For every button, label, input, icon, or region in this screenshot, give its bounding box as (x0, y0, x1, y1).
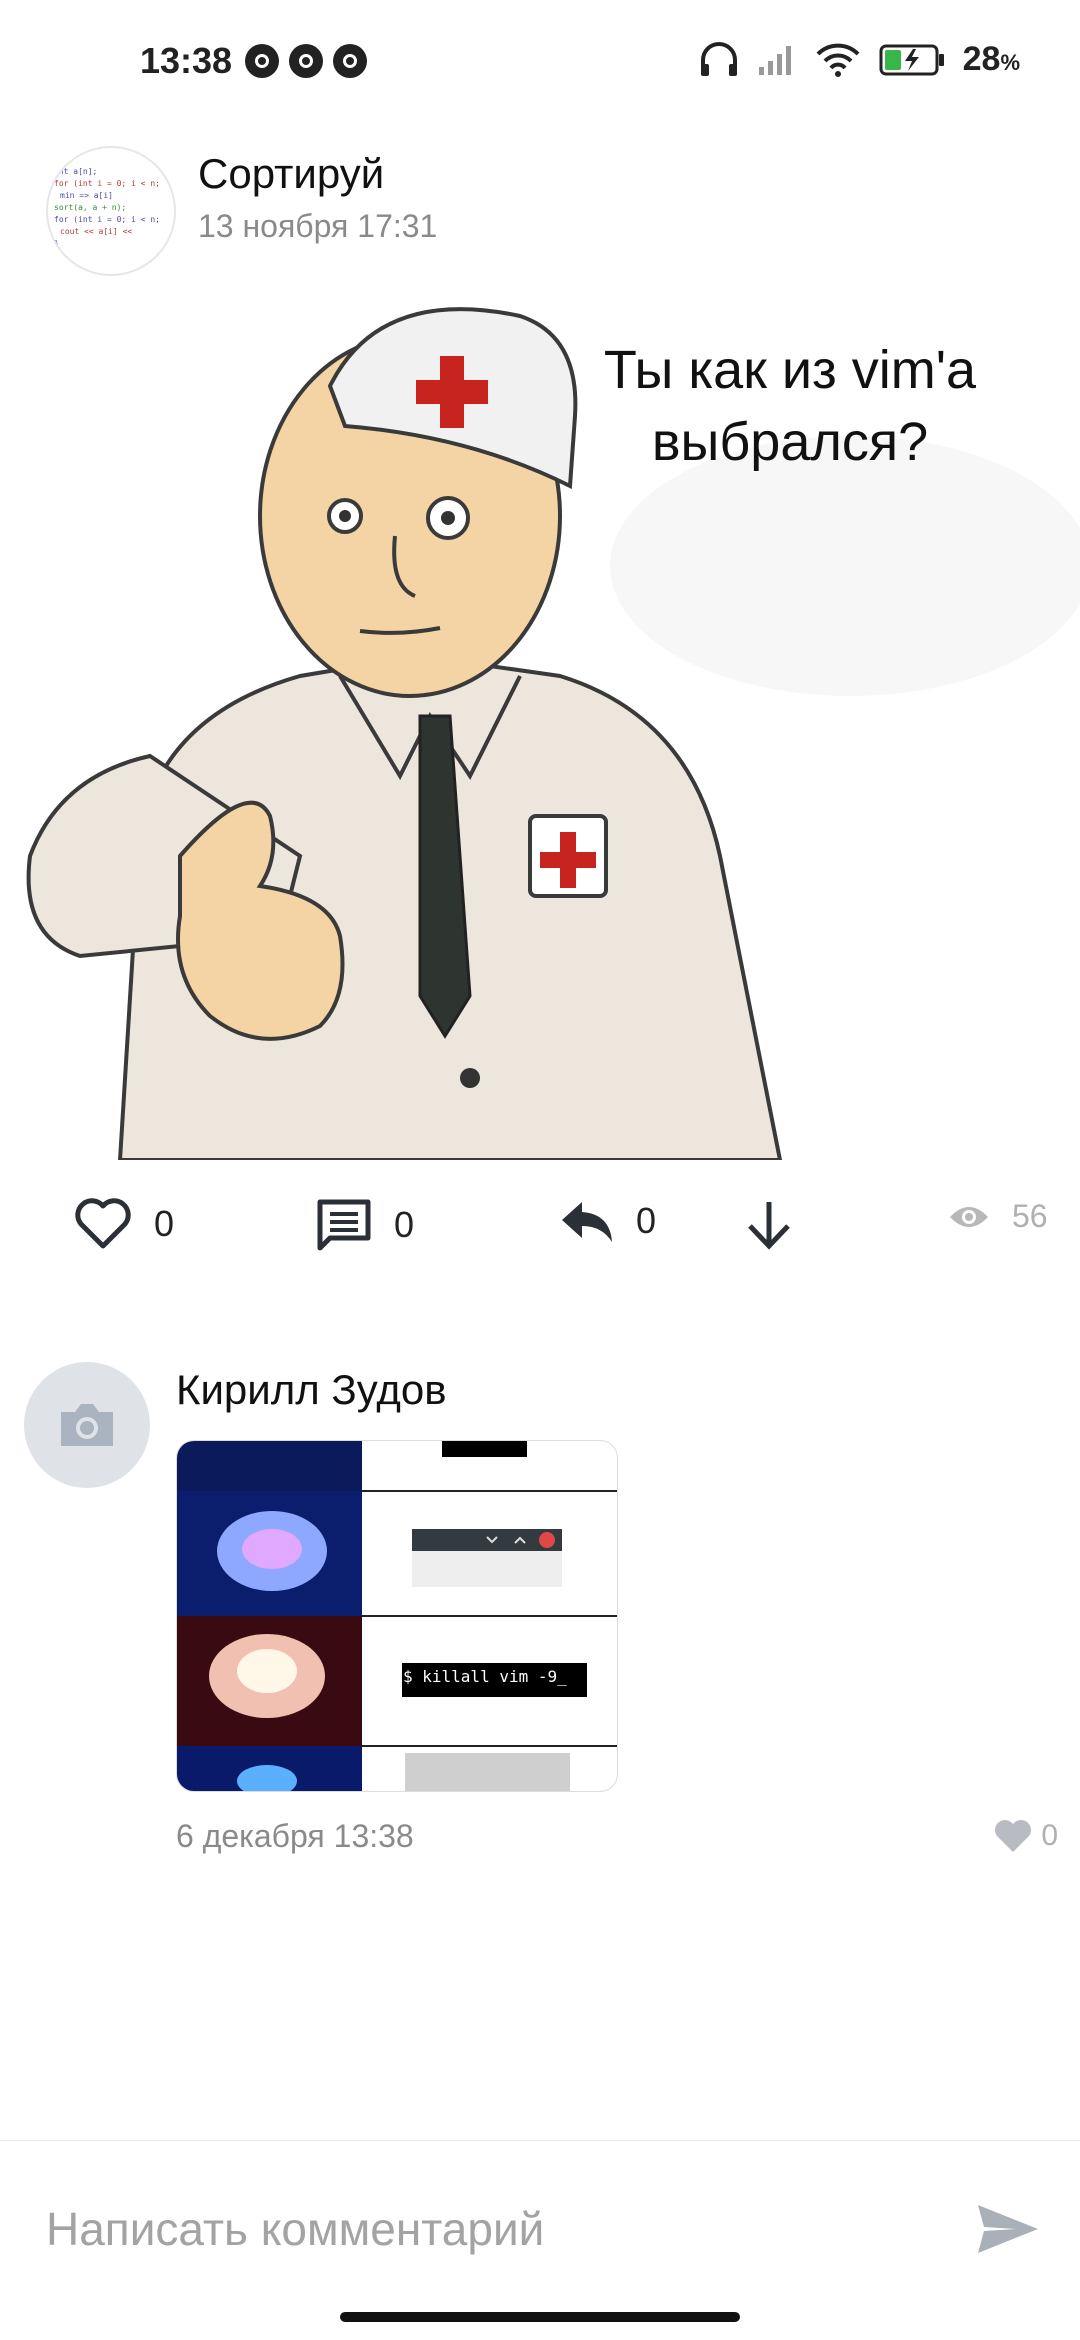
comment-date: 6 декабря 13:38 (176, 1818, 414, 1854)
download-button[interactable] (744, 1198, 794, 1252)
reply-arrow-icon (562, 1202, 612, 1242)
comment-like-button[interactable]: 0 (993, 1818, 1058, 1854)
comment-input-bar (0, 2140, 1080, 2301)
comment-button[interactable]: 0 (316, 1198, 414, 1252)
battery-level: 28% (963, 40, 1020, 79)
like-count: 0 (154, 1203, 175, 1244)
heart-icon (75, 1198, 131, 1249)
svg-text:}: } (54, 239, 59, 248)
views: 56 (948, 1198, 1048, 1235)
post-date: 13 ноября 17:31 (198, 208, 438, 244)
commenter-avatar[interactable] (24, 1362, 150, 1488)
home-indicator[interactable] (340, 2312, 740, 2322)
headphones-icon (700, 41, 737, 76)
battery-icon (879, 44, 944, 75)
comment-input[interactable] (44, 2193, 928, 2265)
share-count: 0 (636, 1200, 657, 1241)
notification-icon (289, 44, 323, 78)
camera-icon (61, 1404, 113, 1446)
svg-text:int a[n];: int a[n]; (54, 167, 97, 176)
post-image[interactable]: Ты как из vim'a выбрался? (0, 296, 1080, 1162)
svg-text:sort(a, a + n);: sort(a, a + n); (54, 203, 126, 212)
notification-icons (245, 44, 367, 78)
post-author[interactable]: Сортируй (198, 150, 384, 198)
svg-text:for (int i = 0; i < n;: for (int i = 0; i < n; (54, 215, 160, 224)
comment-image[interactable]: $ killall vim -9_ (176, 1440, 618, 1792)
heart-filled-icon (995, 1820, 1032, 1852)
notification-icon (245, 44, 279, 78)
signal-icon (758, 45, 791, 75)
wifi-icon (816, 43, 860, 77)
system-icons: 28% (699, 40, 1020, 79)
comment-like-count: 0 (1041, 1819, 1058, 1852)
send-icon[interactable] (976, 2201, 1040, 2257)
status-time: 13:38 (140, 40, 233, 81)
svg-text:cout << a[i] <<: cout << a[i] << (60, 227, 132, 236)
community-avatar[interactable]: int a[n]; for (int i = 0; i < n; min => … (46, 146, 176, 276)
battery-unit: % (1000, 50, 1020, 75)
terminal-command: $ killall vim -9_ (403, 1667, 567, 1686)
post-actions: 0 0 0 56 (0, 1180, 1080, 1280)
arrow-down-icon (748, 1202, 790, 1250)
meme-caption: Ты как из vim'a выбрался? (603, 340, 977, 472)
comment-author[interactable]: Кирилл Зудов (176, 1366, 447, 1414)
svg-text:for (int i = 0; i < n;: for (int i = 0; i < n; (54, 179, 160, 188)
notification-icon (333, 44, 367, 78)
status-bar: 13:38 28% (0, 0, 1080, 120)
code-avatar-image: int a[n]; for (int i = 0; i < n; min => … (54, 167, 160, 248)
eye-icon (950, 1206, 988, 1227)
svg-text:min => a[i]: min => a[i] (60, 191, 113, 200)
comment-count: 0 (394, 1204, 415, 1245)
share-button[interactable]: 0 (560, 1198, 656, 1244)
view-count: 56 (1012, 1198, 1048, 1234)
like-button[interactable]: 0 (74, 1198, 174, 1250)
comment-icon (317, 1199, 371, 1251)
battery-percent: 28 (962, 40, 1001, 78)
expanding-brain-meme (177, 1441, 617, 1791)
